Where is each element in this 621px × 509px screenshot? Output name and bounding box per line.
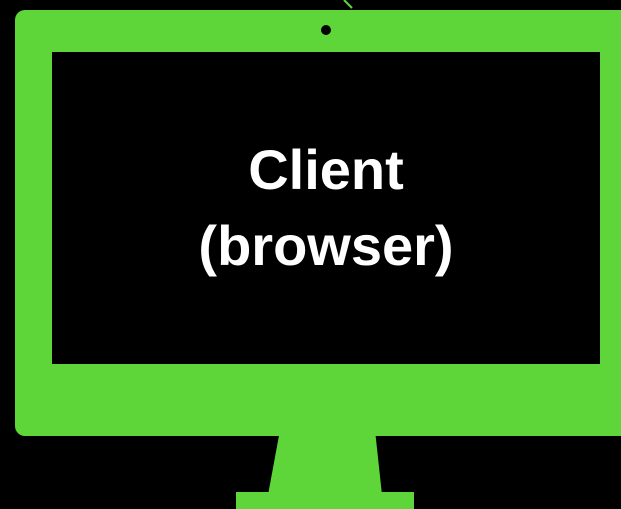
label-line-browser: (browser) <box>198 214 454 277</box>
monitor-stand-neck <box>268 430 382 495</box>
label-line-client: Client <box>248 138 404 201</box>
camera-dot-icon <box>321 25 331 35</box>
client-browser-diagram: Client (browser) <box>0 0 621 509</box>
top-connector-stub <box>343 0 353 9</box>
monitor-stand-base <box>236 492 414 509</box>
screen-label: Client (browser) <box>52 52 600 364</box>
